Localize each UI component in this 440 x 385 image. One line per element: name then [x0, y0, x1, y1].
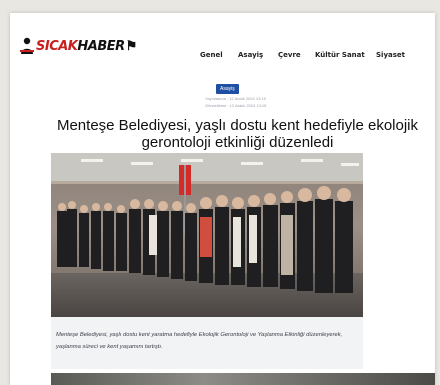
article-title: Menteşe Belediyesi, yaşlı dostu kent hed…: [56, 117, 419, 151]
article-photo: [51, 153, 363, 317]
nav-item-genel[interactable]: Genel: [200, 51, 223, 59]
next-image-strip: [51, 373, 435, 385]
category-badge[interactable]: Asayiş: [216, 84, 239, 94]
article-photo-image: [51, 153, 363, 317]
main-nav: Genel Asayiş Çevre Kültür Sanat Siyaset: [10, 51, 435, 63]
nav-item-cevre[interactable]: Çevre: [278, 51, 301, 59]
nav-item-kultur-sanat[interactable]: Kültür Sanat: [315, 51, 365, 59]
photo-caption: Menteşe Belediyesi, yaşlı dostu kent yar…: [51, 317, 363, 369]
published-date: Yayınlanma : 12 Aralık 2024 13:15: [205, 96, 266, 101]
photo-caption-text: Menteşe Belediyesi, yaşlı dostu kent yar…: [56, 332, 343, 350]
updated-date: Güncelleme : 12 Aralık 2024 13:15: [205, 103, 267, 108]
site-header: SICAK HABER ⚑ Genel Asayiş Çevre Kültür …: [10, 13, 435, 73]
nav-item-asayis[interactable]: Asayiş: [238, 51, 263, 59]
nav-item-siyaset[interactable]: Siyaset: [376, 51, 405, 59]
article-page: SICAK HABER ⚑ Genel Asayiş Çevre Kültür …: [10, 13, 435, 385]
